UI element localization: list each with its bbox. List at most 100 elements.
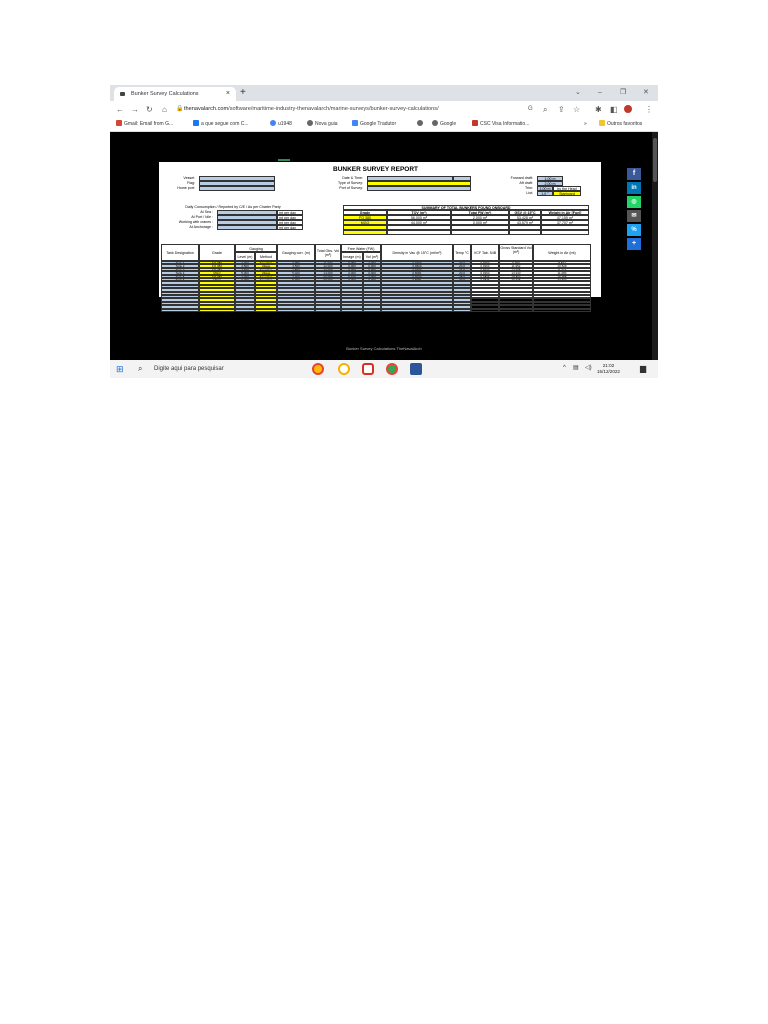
header-tank-designation: Tank Designation [161, 244, 199, 261]
header-gauging: Gauging [235, 244, 277, 252]
tab-search-chevron-icon[interactable]: ⌄ [575, 87, 581, 99]
folder-icon [599, 120, 605, 126]
tank-empty-cell[interactable] [363, 308, 381, 312]
taskbar-clock[interactable]: 21:02 15/12/2022 [597, 363, 620, 375]
google-icon [270, 120, 276, 126]
video-caption: Bunker Survey Calculations TheNavalArch [346, 346, 422, 351]
office-taskbar-icon[interactable] [362, 363, 374, 375]
port-of-survey-label: Port of Survey: [339, 186, 363, 190]
header-method: Method [255, 252, 277, 261]
bookmark-gmail[interactable]: Gmail: Email from G... [116, 120, 173, 129]
port-of-survey-field[interactable] [367, 186, 471, 191]
list-label: List: [526, 191, 533, 195]
email-share-icon[interactable]: ✉ [627, 210, 641, 222]
translate-icon [352, 120, 358, 126]
bookmark-globe[interactable] [417, 120, 425, 129]
tray-chevron-icon[interactable]: ^ [563, 365, 566, 371]
bookmark-google[interactable]: Google [432, 120, 456, 129]
taskbar-search[interactable]: ⌕ Digite aqui para pesquisar [132, 362, 302, 376]
header-fw-vol: Vol (m³) [363, 252, 381, 261]
globe-icon [417, 120, 423, 126]
summary-empty-cell[interactable] [343, 230, 387, 235]
globe-icon [307, 120, 313, 126]
tank-empty-cell[interactable] [341, 308, 363, 312]
chrome-taskbar-icon[interactable] [312, 363, 324, 375]
new-tab-button[interactable]: + [240, 87, 246, 99]
browser-tab[interactable]: Bunker Survey Calculations × [114, 87, 236, 101]
reload-icon[interactable]: ↻ [146, 104, 153, 115]
home-icon[interactable]: ⌂ [162, 104, 167, 115]
tab-close-icon[interactable]: × [226, 87, 230, 101]
bookmarks-bar: Gmail: Email from G... a que segue com C… [110, 118, 658, 132]
tank-empty-cell[interactable] [453, 308, 471, 312]
whatsapp-share-icon[interactable]: ◎ [627, 196, 641, 208]
tank-empty-cell[interactable] [315, 308, 341, 312]
lock-icon[interactable]: 🔒 [176, 104, 183, 115]
bookmark-star-icon[interactable]: ☆ [573, 104, 580, 115]
share-icon[interactable]: ⇪ [558, 104, 565, 115]
tank-empty-cell [471, 308, 499, 312]
header-temp: Temp °C [453, 244, 471, 261]
windows-start-icon[interactable]: ⊞ [116, 364, 124, 374]
page-content: BUNKER SURVEY REPORT Vessel: Flag: Home … [110, 132, 658, 360]
bookmark-facebook[interactable]: a que segue com C... [193, 120, 249, 129]
list-value[interactable]: 1.0 ° [537, 191, 553, 196]
extensions-icon[interactable]: ✱ [595, 104, 602, 115]
window-close-icon[interactable]: ✕ [643, 87, 649, 99]
bookmark-u1948[interactable]: u1948 [270, 120, 292, 129]
scrollbar-thumb[interactable] [653, 138, 657, 182]
tab-title: Bunker Survey Calculations [131, 91, 199, 97]
side-panel-icon[interactable]: ◧ [610, 104, 618, 115]
consumption-field[interactable] [217, 225, 277, 230]
header-gauging-corr: Gauging corr. (m) [277, 244, 315, 261]
bookmark-csc-visa[interactable]: CSC Visa Informatio... [472, 120, 529, 129]
forward-arrow-icon[interactable]: → [131, 104, 139, 115]
bookmark-nova-guia[interactable]: Nova guia [307, 120, 338, 129]
maximize-icon[interactable]: ❐ [620, 87, 626, 99]
profile-avatar[interactable] [624, 105, 632, 113]
windows-taskbar: ⊞ ⌕ Digite aqui para pesquisar ^ ▤ ◁) 21… [110, 360, 658, 378]
tank-empty-cell[interactable] [235, 308, 255, 312]
ship-favicon-icon [120, 92, 125, 96]
linkedin-share-icon[interactable]: in [627, 182, 641, 194]
report-title: BUNKER SURVEY REPORT [333, 166, 418, 173]
bunker-survey-sheet: BUNKER SURVEY REPORT Vessel: Flag: Home … [159, 159, 601, 312]
back-arrow-icon[interactable]: ← [116, 104, 124, 115]
tank-empty-cell [499, 308, 533, 312]
more-share-icon[interactable]: + [627, 238, 641, 250]
bookmark-outros-favoritos[interactable]: Outros favoritos [599, 120, 642, 129]
tank-empty-cell[interactable] [381, 308, 453, 312]
zoom-icon[interactable]: ⌕ [543, 104, 547, 115]
list-side-value[interactable]: Starboard [553, 191, 581, 196]
tank-empty-cell[interactable] [277, 308, 315, 312]
sheet-tab-marker [278, 159, 290, 161]
tank-empty-cell[interactable] [161, 308, 199, 312]
home-port-field[interactable] [199, 186, 275, 191]
tank-empty-cell [533, 308, 591, 312]
minimize-icon[interactable]: – [598, 87, 602, 99]
tab-bar: Bunker Survey Calculations × + ⌄ – ❐ ✕ [110, 85, 658, 101]
url-domain: thenavalarch.com [184, 106, 229, 112]
app-taskbar-icon[interactable] [338, 363, 350, 375]
search-icon: ⌕ [138, 364, 143, 373]
chrome-active-taskbar-icon[interactable] [386, 363, 398, 375]
bookmarks-overflow[interactable]: » [584, 120, 587, 129]
tank-empty-cell[interactable] [255, 308, 277, 312]
header-level: Level (m) [235, 252, 255, 261]
word-taskbar-icon[interactable] [410, 363, 422, 375]
google-lens-icon[interactable]: G [528, 104, 533, 115]
menu-dots-icon[interactable]: ⋮ [645, 104, 653, 115]
gmail-icon [116, 120, 122, 126]
url-field[interactable]: thenavalarch.com/software/maritime-indus… [184, 104, 524, 115]
bookmark-google-tradutor[interactable]: Google Tradutor [352, 120, 396, 129]
notifications-icon[interactable]: ▆ [640, 364, 646, 373]
page-scrollbar[interactable] [652, 132, 658, 360]
facebook-share-icon[interactable]: f [627, 168, 641, 180]
tray-volume-icon[interactable]: ◁) [585, 364, 592, 371]
tank-empty-cell[interactable] [199, 308, 235, 312]
copy-link-icon[interactable]: % [627, 224, 641, 236]
summary-empty-cell [451, 230, 509, 235]
header-free-water: Free Water (FW) [341, 244, 381, 252]
header-grade: Grade [199, 244, 235, 261]
tray-network-icon[interactable]: ▤ [573, 364, 579, 371]
